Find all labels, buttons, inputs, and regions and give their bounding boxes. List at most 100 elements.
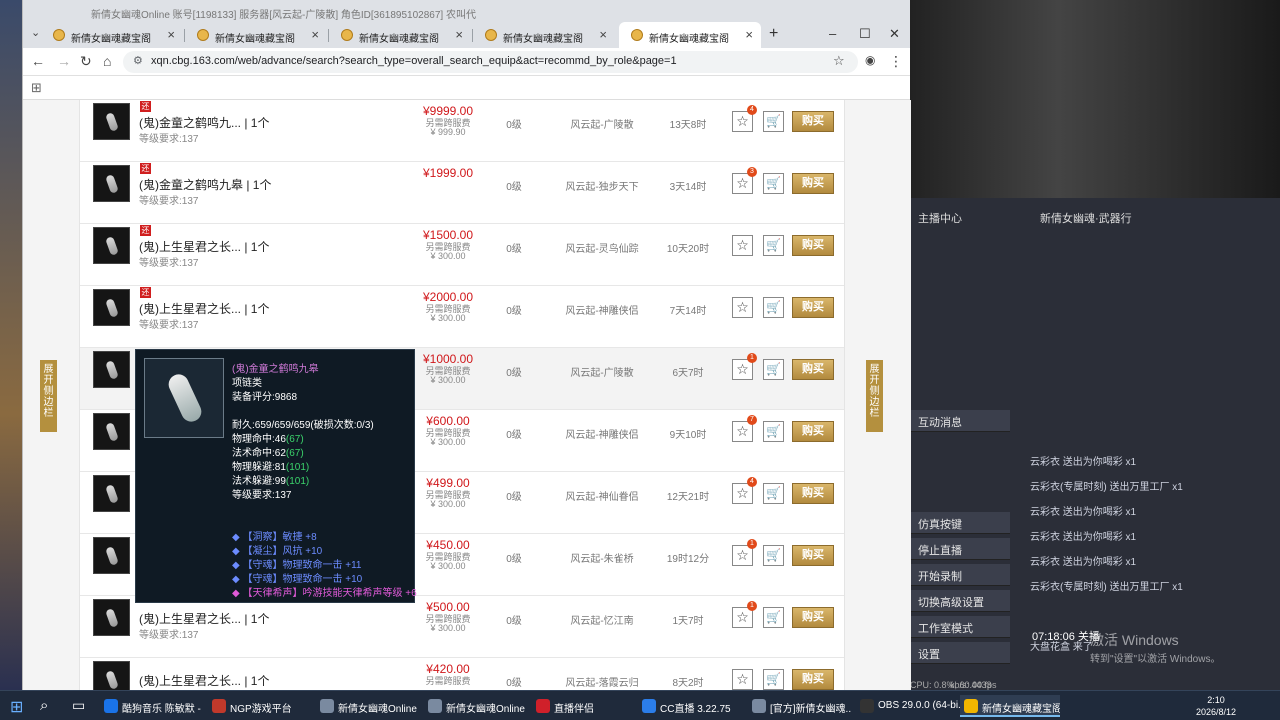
tab-1[interactable]: 新倩女幽魂藏宝阁 × xyxy=(41,22,183,48)
taskbar-app-1[interactable]: 酷狗音乐 陈敏默 - ... xyxy=(100,695,204,717)
add-to-cart-button[interactable]: 🛒 xyxy=(763,173,784,194)
buy-button[interactable]: 购买 xyxy=(792,235,834,256)
expand-sidebar-right[interactable]: 展开侧边栏 xyxy=(866,360,883,432)
favorite-button[interactable]: ☆ 7 xyxy=(732,415,757,442)
table-row[interactable]: 还 (鬼)上生星君之长... | 1个 等级要求:137 ¥1500.00 另需跨服费 ¥… xyxy=(80,224,844,286)
table-row[interactable]: 还 (鬼)上生星君之长... | 1个 等级要求:137 ¥2000.00 另需跨服费 ¥… xyxy=(80,286,844,348)
favorite-button[interactable]: ☆ 3 xyxy=(732,167,757,194)
close-icon[interactable]: × xyxy=(745,27,753,42)
taskbar-app-6[interactable]: CC直播 3.22.75 xyxy=(638,695,742,717)
item-thumbnail[interactable] xyxy=(93,661,130,690)
item-name[interactable]: (鬼)上生星君之长... | 1个 xyxy=(139,238,269,255)
taskbar-app-7[interactable]: [官方]新倩女幽魂... xyxy=(748,695,852,717)
favorite-button[interactable]: ☆ 1 xyxy=(732,601,757,628)
search-icon[interactable]: ⌕ xyxy=(40,697,48,714)
obs-row-5[interactable]: 切换高级设置 xyxy=(910,590,1010,612)
favorite-button[interactable]: ☆ xyxy=(732,235,753,256)
item-thumbnail[interactable] xyxy=(93,227,130,264)
profile-icon[interactable]: ◉ xyxy=(865,53,875,67)
new-tab-button[interactable]: + xyxy=(769,25,778,43)
add-to-cart-button[interactable]: 🛒 xyxy=(763,607,784,628)
item-thumbnail[interactable] xyxy=(93,599,130,636)
item-thumbnail[interactable] xyxy=(93,103,130,140)
obs-row-1[interactable]: 互动消息 xyxy=(910,410,1010,432)
site-info-icon[interactable]: ⚙ xyxy=(133,54,143,67)
windows-start-icon[interactable]: ⊞ xyxy=(10,697,23,717)
buy-button[interactable]: 购买 xyxy=(792,607,834,628)
item-thumbnail[interactable] xyxy=(93,351,130,388)
taskbar-app-9[interactable]: 新倩女幽魂藏宝阁... xyxy=(960,695,1060,717)
back-icon[interactable]: ← xyxy=(31,53,45,69)
taskbar-app-4[interactable]: 新倩女幽魂Online ... xyxy=(424,695,528,717)
reload-icon[interactable]: ↻ xyxy=(80,53,92,70)
maximize-icon[interactable]: ☐ xyxy=(859,26,871,42)
item-thumbnail[interactable] xyxy=(93,165,130,202)
system-clock[interactable]: 2:10 2026/8/12 xyxy=(1196,694,1236,718)
bargain-tag: 还 xyxy=(140,163,151,174)
item-thumbnail[interactable] xyxy=(93,289,130,326)
item-name[interactable]: (鬼)金童之鹤鸣九... | 1个 xyxy=(139,114,269,131)
close-icon[interactable]: × xyxy=(167,27,175,42)
buy-button[interactable]: 购买 xyxy=(792,483,834,504)
buy-button[interactable]: 购买 xyxy=(792,111,834,132)
menu-icon[interactable]: ⋮ xyxy=(889,53,903,70)
table-row[interactable]: (鬼)上生星君之长... | 1个等级要求:137¥420.00另需跨服费0级风… xyxy=(80,658,844,690)
taskbar-app-5[interactable]: 直播伴侣 xyxy=(532,695,636,717)
task-view-icon[interactable]: ▭ xyxy=(72,697,85,714)
add-to-cart-button[interactable]: 🛒 xyxy=(763,235,784,256)
item-thumbnail[interactable] xyxy=(93,537,130,574)
taskbar-app-8[interactable]: OBS 29.0.0 (64-bi... xyxy=(856,695,960,717)
buy-button[interactable]: 购买 xyxy=(792,173,834,194)
tab-3[interactable]: 新倩女幽魂藏宝阁 × xyxy=(329,22,471,48)
add-to-cart-button[interactable]: 🛒 xyxy=(763,483,784,504)
taskbar-app-2[interactable]: NGP游戏平台 xyxy=(208,695,312,717)
home-icon[interactable]: ⌂ xyxy=(103,53,111,69)
tab-2[interactable]: 新倩女幽魂藏宝阁 × xyxy=(185,22,327,48)
item-name[interactable]: (鬼)金童之鹤鸣九皋 | 1个 xyxy=(139,176,271,193)
minimize-icon[interactable]: – xyxy=(829,26,836,41)
item-name[interactable]: (鬼)上生星君之长... | 1个 xyxy=(139,672,269,689)
expand-sidebar-left[interactable]: 展开侧边栏 xyxy=(40,360,57,432)
obs-row-2[interactable]: 仿真按键 xyxy=(910,512,1010,534)
obs-row-6[interactable]: 工作室模式 xyxy=(910,616,1010,638)
favorite-button[interactable]: ☆ xyxy=(732,669,753,690)
buy-button[interactable]: 购买 xyxy=(792,545,834,566)
add-to-cart-button[interactable]: 🛒 xyxy=(763,297,784,318)
item-name[interactable]: (鬼)上生星君之长... | 1个 xyxy=(139,300,269,317)
favorite-button[interactable]: ☆ 1 xyxy=(732,353,757,380)
taskbar-app-3[interactable]: 新倩女幽魂Online ... xyxy=(316,695,420,717)
buy-button[interactable]: 购买 xyxy=(792,297,834,318)
tab-5-active[interactable]: 新倩女幽魂藏宝阁 × xyxy=(619,22,761,48)
buy-button[interactable]: 购买 xyxy=(792,669,834,690)
add-to-cart-button[interactable]: 🛒 xyxy=(763,545,784,566)
add-to-cart-button[interactable]: 🛒 xyxy=(763,359,784,380)
favorite-button[interactable]: ☆ xyxy=(732,297,753,318)
tab-4[interactable]: 新倩女幽魂藏宝阁 × xyxy=(473,22,615,48)
close-icon[interactable]: × xyxy=(599,27,607,42)
buy-button[interactable]: 购买 xyxy=(792,359,834,380)
table-row[interactable]: (鬼)上生星君之长... | 1个 等级要求:137 ¥500.00 另需跨服费 ¥ 3… xyxy=(80,596,844,658)
item-thumbnail[interactable] xyxy=(93,475,130,512)
apps-grid-icon[interactable]: ⊞ xyxy=(31,80,42,96)
favorite-button[interactable]: ☆ 4 xyxy=(732,105,757,132)
favorite-button[interactable]: ☆ 1 xyxy=(732,539,757,566)
url-input[interactable]: ⚙ xqn.cbg.163.com/web/advance/search?sea… xyxy=(123,51,858,73)
item-thumbnail[interactable] xyxy=(93,413,130,450)
item-name[interactable]: (鬼)上生星君之长... | 1个 xyxy=(139,610,269,627)
buy-button[interactable]: 购买 xyxy=(792,421,834,442)
table-row[interactable]: 还 (鬼)金童之鹤鸣九... | 1个 等级要求:137 ¥9999.00 另需跨服费 ¥… xyxy=(80,100,844,162)
favorite-button[interactable]: ☆ 4 xyxy=(732,477,757,504)
add-to-cart-button[interactable]: 🛒 xyxy=(763,111,784,132)
add-to-cart-button[interactable]: 🛒 xyxy=(763,421,784,442)
obs-row-3[interactable]: 停止直播 xyxy=(910,538,1010,560)
obs-row-7[interactable]: 设置 xyxy=(910,642,1010,664)
bookmark-star-icon[interactable]: ☆ xyxy=(833,53,845,69)
add-to-cart-button[interactable]: 🛒 xyxy=(763,669,784,690)
tab-search-icon[interactable]: ⌄ xyxy=(31,26,40,39)
close-icon[interactable]: × xyxy=(311,27,319,42)
table-row[interactable]: 还 (鬼)金童之鹤鸣九皋 | 1个 等级要求:137 ¥1999.00 0级 风云起-独步… xyxy=(80,162,844,224)
close-window-icon[interactable]: ✕ xyxy=(889,26,900,42)
forward-icon[interactable]: → xyxy=(57,53,71,69)
obs-row-4[interactable]: 开始录制 xyxy=(910,564,1010,586)
close-icon[interactable]: × xyxy=(455,27,463,42)
